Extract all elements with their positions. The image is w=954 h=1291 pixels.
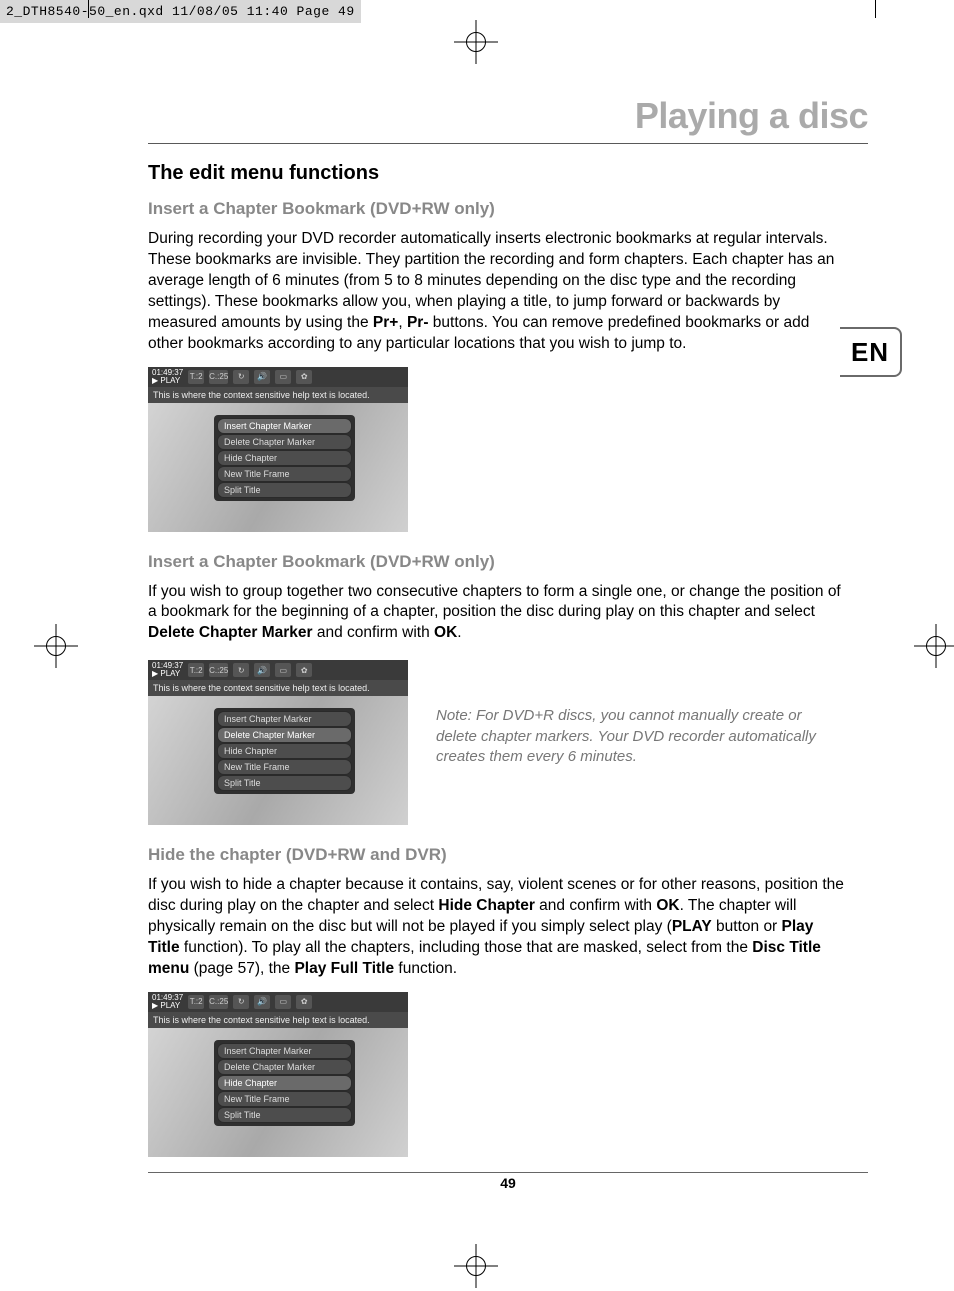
title-rule — [148, 143, 868, 144]
menu-item-hide-chapter[interactable]: Hide Chapter — [217, 1075, 352, 1091]
menu-item-hide-chapter[interactable]: Hide Chapter — [217, 450, 352, 466]
menu-item-delete-marker[interactable]: Delete Chapter Marker — [217, 727, 352, 743]
menu-item-insert-marker[interactable]: Insert Chapter Marker — [217, 418, 352, 434]
menu-item-split-title[interactable]: Split Title — [217, 482, 352, 498]
section-title: The edit menu functions — [148, 162, 868, 185]
menu-item-new-title[interactable]: New Title Frame — [217, 759, 352, 775]
text: function. — [394, 960, 457, 977]
menu-topbar: 01:49:37 ▶ PLAY T.:2 C.:25 ↻ 🔊 ▭ ✿ — [148, 367, 408, 387]
bold-pr-plus: Pr+ — [373, 314, 398, 331]
language-tab-en: EN — [840, 327, 902, 377]
menu-list: Insert Chapter Marker Delete Chapter Mar… — [214, 415, 355, 501]
bold-play: PLAY — [672, 918, 712, 935]
menu-help-text: This is where the context sensitive help… — [148, 680, 408, 696]
menu-item-insert-marker[interactable]: Insert Chapter Marker — [217, 1043, 352, 1059]
menu-icon-audio: 🔊 — [254, 995, 270, 1009]
menu-time: 01:49:37 ▶ PLAY — [152, 662, 183, 678]
menu-title-chip: T.:2 — [188, 663, 204, 677]
page-title: Playing a disc — [148, 95, 868, 137]
crop-mark — [875, 0, 876, 18]
note-dvd-plus-r: Note: For DVD+R discs, you cannot manual… — [436, 706, 836, 767]
bold-hide-chapter: Hide Chapter — [438, 897, 534, 914]
menu-icon-subtitle: ▭ — [275, 663, 291, 677]
bold-ok: OK — [434, 624, 457, 641]
text: (page 57), the — [189, 960, 294, 977]
menu-time: 01:49:37 ▶ PLAY — [152, 994, 183, 1010]
menu-chapter-chip: C.:25 — [209, 370, 228, 384]
menu-item-hide-chapter[interactable]: Hide Chapter — [217, 743, 352, 759]
menu-item-new-title[interactable]: New Title Frame — [217, 466, 352, 482]
bold-play-full-title: Play Full Title — [294, 960, 394, 977]
registration-mark-right — [920, 630, 952, 662]
menu-list: Insert Chapter Marker Delete Chapter Mar… — [214, 708, 355, 794]
print-file-header: 2_DTH8540-50_en.qxd 11/08/05 11:40 Page … — [0, 0, 361, 23]
subsection-insert-bookmark-title: Insert a Chapter Bookmark (DVD+RW only) — [148, 199, 868, 219]
text: and confirm with — [535, 897, 656, 914]
menu-icon-subtitle: ▭ — [275, 995, 291, 1009]
menu-icon-audio: 🔊 — [254, 663, 270, 677]
subsection-hide-chapter-body: If you wish to hide a chapter because it… — [148, 875, 848, 980]
menu-item-split-title[interactable]: Split Title — [217, 1107, 352, 1123]
menu-item-delete-marker[interactable]: Delete Chapter Marker — [217, 1059, 352, 1075]
subsection-hide-chapter-title: Hide the chapter (DVD+RW and DVR) — [148, 845, 868, 865]
menu-help-text: This is where the context sensitive help… — [148, 387, 408, 403]
registration-mark-top — [460, 26, 492, 58]
menu-title-chip: T.:2 — [188, 370, 204, 384]
subsection-delete-bookmark-title: Insert a Chapter Bookmark (DVD+RW only) — [148, 552, 868, 572]
menu-icon-settings: ✿ — [296, 995, 312, 1009]
menu-chapter-chip: C.:25 — [209, 663, 228, 677]
menu-item-new-title[interactable]: New Title Frame — [217, 1091, 352, 1107]
menu-topbar: 01:49:37 ▶ PLAY T.:2 C.:25 ↻ 🔊 ▭ ✿ — [148, 992, 408, 1012]
menu-item-delete-marker[interactable]: Delete Chapter Marker — [217, 434, 352, 450]
bold-ok: OK — [656, 897, 679, 914]
text: , — [398, 314, 407, 331]
page-number: 49 — [148, 1172, 868, 1191]
text: function). To play all the chapters, inc… — [180, 939, 753, 956]
menu-icon-settings: ✿ — [296, 663, 312, 677]
text: button or — [712, 918, 782, 935]
menu-screenshot-delete: 01:49:37 ▶ PLAY T.:2 C.:25 ↻ 🔊 ▭ ✿ This … — [148, 660, 408, 825]
menu-topbar: 01:49:37 ▶ PLAY T.:2 C.:25 ↻ 🔊 ▭ ✿ — [148, 660, 408, 680]
menu-item-split-title[interactable]: Split Title — [217, 775, 352, 791]
subsection-delete-bookmark-body: If you wish to group together two consec… — [148, 582, 848, 645]
menu-title-chip: T.:2 — [188, 995, 204, 1009]
menu-icon-repeat: ↻ — [233, 995, 249, 1009]
text: . — [457, 624, 461, 641]
menu-icon-repeat: ↻ — [233, 370, 249, 384]
page: 2_DTH8540-50_en.qxd 11/08/05 11:40 Page … — [0, 0, 954, 1291]
menu-list: Insert Chapter Marker Delete Chapter Mar… — [214, 1040, 355, 1126]
text: If you wish to group together two consec… — [148, 583, 841, 621]
menu-screenshot-hide: 01:49:37 ▶ PLAY T.:2 C.:25 ↻ 🔊 ▭ ✿ This … — [148, 992, 408, 1157]
registration-mark-left — [40, 630, 72, 662]
bold-delete-marker: Delete Chapter Marker — [148, 624, 313, 641]
content-frame: Playing a disc EN The edit menu function… — [148, 95, 868, 1177]
menu-icon-audio: 🔊 — [254, 370, 270, 384]
registration-mark-bottom — [460, 1250, 492, 1282]
bold-pr-minus: Pr- — [407, 314, 429, 331]
menu-time: 01:49:37 ▶ PLAY — [152, 369, 183, 385]
menu-icon-settings: ✿ — [296, 370, 312, 384]
text: and confirm with — [313, 624, 434, 641]
menu-help-text: This is where the context sensitive help… — [148, 1012, 408, 1028]
menu-icon-repeat: ↻ — [233, 663, 249, 677]
row-menu-and-note: 01:49:37 ▶ PLAY T.:2 C.:25 ↻ 🔊 ▭ ✿ This … — [148, 656, 868, 845]
menu-icon-subtitle: ▭ — [275, 370, 291, 384]
menu-chapter-chip: C.:25 — [209, 995, 228, 1009]
menu-item-insert-marker[interactable]: Insert Chapter Marker — [217, 711, 352, 727]
menu-screenshot-insert: 01:49:37 ▶ PLAY T.:2 C.:25 ↻ 🔊 ▭ ✿ This … — [148, 367, 408, 532]
subsection-insert-bookmark-body: During recording your DVD recorder autom… — [148, 229, 848, 355]
